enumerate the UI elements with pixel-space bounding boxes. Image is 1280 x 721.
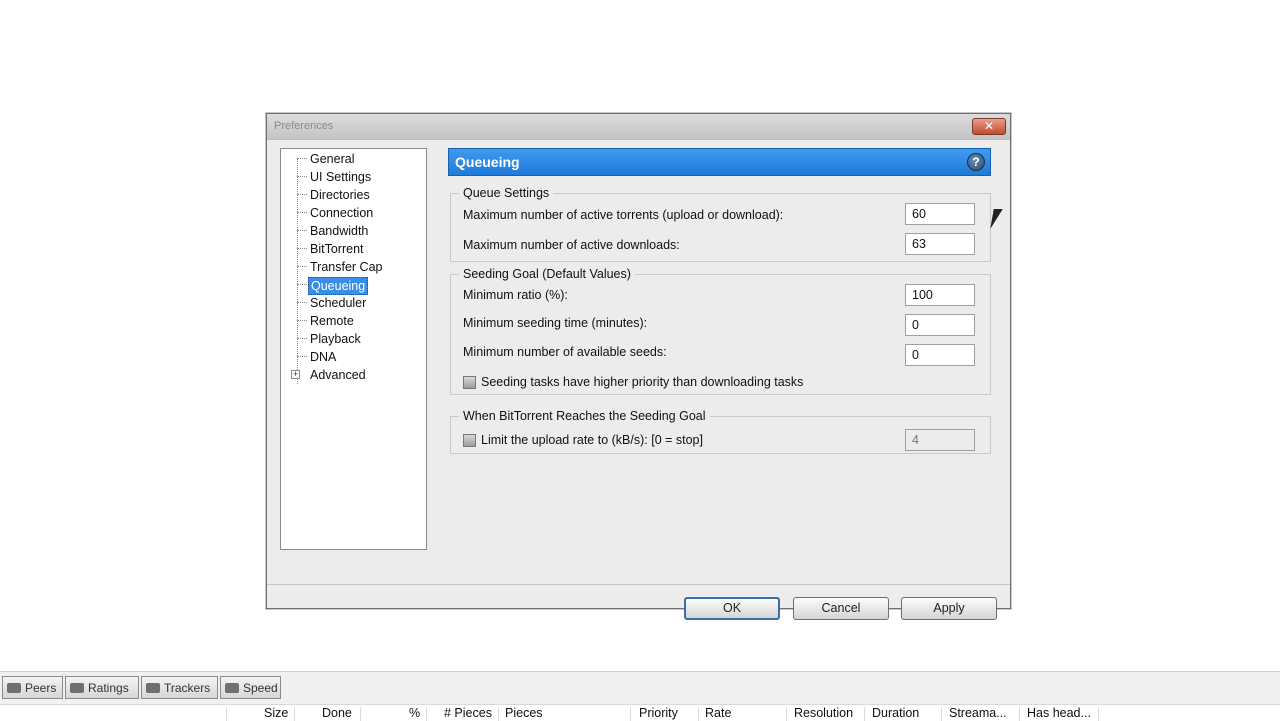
footer-divider: [267, 584, 1010, 585]
tree-item-label: Directories: [310, 188, 370, 202]
min-ratio-input[interactable]: 100: [905, 284, 975, 306]
column-divider: [630, 707, 631, 721]
cancel-button[interactable]: Cancel: [793, 597, 889, 620]
title-bar[interactable]: Preferences ✕: [267, 114, 1010, 140]
min-ratio-label: Minimum ratio (%):: [463, 288, 568, 302]
tree-item-bandwidth[interactable]: Bandwidth: [281, 222, 426, 240]
column-divider: [294, 707, 295, 721]
column-rate[interactable]: Rate: [705, 706, 731, 720]
tree-item-remote[interactable]: Remote: [281, 312, 426, 330]
preferences-dialog: Preferences ✕ General UI Settings Direct…: [266, 113, 1011, 620]
tree-item-connection[interactable]: Connection: [281, 204, 426, 222]
column-percent[interactable]: %: [409, 706, 420, 720]
max-active-downloads-label: Maximum number of active downloads:: [463, 238, 680, 252]
tab-label: Trackers: [164, 681, 211, 695]
column-resolution[interactable]: Resolution: [794, 706, 853, 720]
max-active-torrents-label: Maximum number of active torrents (uploa…: [463, 208, 784, 222]
min-seeding-time-label: Minimum seeding time (minutes):: [463, 316, 648, 330]
seeding-priority-label: Seeding tasks have higher priority than …: [481, 375, 804, 389]
tree-item-label: Queueing: [308, 277, 369, 295]
column-divider: [426, 707, 427, 721]
max-active-downloads-input[interactable]: 63: [905, 233, 975, 255]
column-done[interactable]: Done: [322, 706, 352, 720]
tree-item-directories[interactable]: Directories: [281, 186, 426, 204]
seeding-goal-group: Seeding Goal (Default Values) Minimum ra…: [450, 267, 991, 395]
tree-item-dna[interactable]: DNA: [281, 348, 426, 366]
tab-label: Speed: [243, 681, 278, 695]
column-has-header[interactable]: Has head...: [1027, 706, 1091, 720]
trackers-icon: [146, 683, 160, 693]
page-header: Queueing ?: [448, 148, 991, 176]
tab-trackers[interactable]: Trackers: [141, 676, 218, 699]
max-active-torrents-input[interactable]: 60: [905, 203, 975, 225]
file-column-headers: Size Done % # Pieces Pieces Priority Rat…: [0, 704, 1280, 721]
column-duration[interactable]: Duration: [872, 706, 919, 720]
tree-item-scheduler[interactable]: Scheduler: [281, 294, 426, 312]
tree-item-playback[interactable]: Playback: [281, 330, 426, 348]
preferences-tree: General UI Settings Directories Connecti…: [280, 148, 427, 550]
tree-item-label: BitTorrent: [310, 242, 364, 256]
apply-button[interactable]: Apply: [901, 597, 997, 620]
column-pieces[interactable]: Pieces: [505, 706, 543, 720]
group-title: When BitTorrent Reaches the Seeding Goal: [459, 409, 710, 423]
column-divider: [1019, 707, 1020, 721]
tree-item-label: DNA: [310, 350, 337, 364]
column-divider: [941, 707, 942, 721]
close-button[interactable]: ✕: [972, 118, 1006, 135]
help-icon[interactable]: ?: [967, 153, 985, 171]
queue-settings-group: Queue Settings Maximum number of active …: [450, 186, 991, 262]
dialog-title: Preferences: [274, 120, 334, 132]
column-size[interactable]: Size: [264, 706, 288, 720]
tree-item-label: Advanced: [310, 368, 366, 382]
tree-item-advanced[interactable]: + Advanced: [281, 366, 426, 384]
tree-item-label: UI Settings: [310, 170, 372, 184]
dialog-content: General UI Settings Directories Connecti…: [267, 141, 1010, 620]
tree-item-label: Remote: [310, 314, 354, 328]
peers-icon: [7, 683, 21, 693]
ratings-icon: [70, 683, 84, 693]
column-divider: [786, 707, 787, 721]
tree-item-label: Playback: [310, 332, 361, 346]
tab-label: Ratings: [88, 681, 129, 695]
expand-icon[interactable]: +: [291, 370, 300, 379]
ok-button[interactable]: OK: [684, 597, 780, 620]
min-seeds-input[interactable]: 0: [905, 344, 975, 366]
tab-speed[interactable]: Speed: [220, 676, 281, 699]
tree-item-label: Transfer Cap: [310, 260, 383, 274]
tree-item-label: Scheduler: [310, 296, 367, 310]
seeding-priority-checkbox[interactable]: [463, 376, 476, 389]
tree-item-ui-settings[interactable]: UI Settings: [281, 168, 426, 186]
min-seeds-label: Minimum number of available seeds:: [463, 345, 667, 359]
tree-item-label: General: [310, 152, 355, 166]
column-divider: [698, 707, 699, 721]
column-priority[interactable]: Priority: [639, 706, 678, 720]
group-title: Queue Settings: [459, 186, 554, 200]
column-num-pieces[interactable]: # Pieces: [444, 706, 492, 720]
seeding-goal-reached-group: When BitTorrent Reaches the Seeding Goal…: [450, 409, 991, 454]
speed-icon: [225, 683, 239, 693]
tree-item-transfer-cap[interactable]: Transfer Cap: [281, 258, 426, 276]
group-title: Seeding Goal (Default Values): [459, 267, 635, 281]
column-divider: [360, 707, 361, 721]
tab-label: Peers: [25, 681, 57, 695]
tab-ratings[interactable]: Ratings: [65, 676, 139, 699]
upload-rate-input[interactable]: 4: [905, 429, 975, 451]
tree-item-label: Bandwidth: [310, 224, 369, 238]
page-title: Queueing: [455, 154, 520, 170]
column-streamable[interactable]: Streama...: [949, 706, 1007, 720]
column-divider: [226, 707, 227, 721]
column-divider: [864, 707, 865, 721]
tree-item-queueing[interactable]: Queueing: [281, 276, 426, 295]
tree-item-bittorrent[interactable]: BitTorrent: [281, 240, 426, 258]
limit-upload-label: Limit the upload rate to (kB/s): [0 = st…: [481, 433, 703, 447]
min-seeding-time-input[interactable]: 0: [905, 314, 975, 336]
limit-upload-checkbox[interactable]: [463, 434, 476, 447]
column-divider: [498, 707, 499, 721]
tab-peers[interactable]: Peers: [2, 676, 63, 699]
column-divider: [1098, 707, 1099, 721]
tree-item-label: Connection: [310, 206, 374, 220]
tree-item-general[interactable]: General: [281, 150, 426, 168]
